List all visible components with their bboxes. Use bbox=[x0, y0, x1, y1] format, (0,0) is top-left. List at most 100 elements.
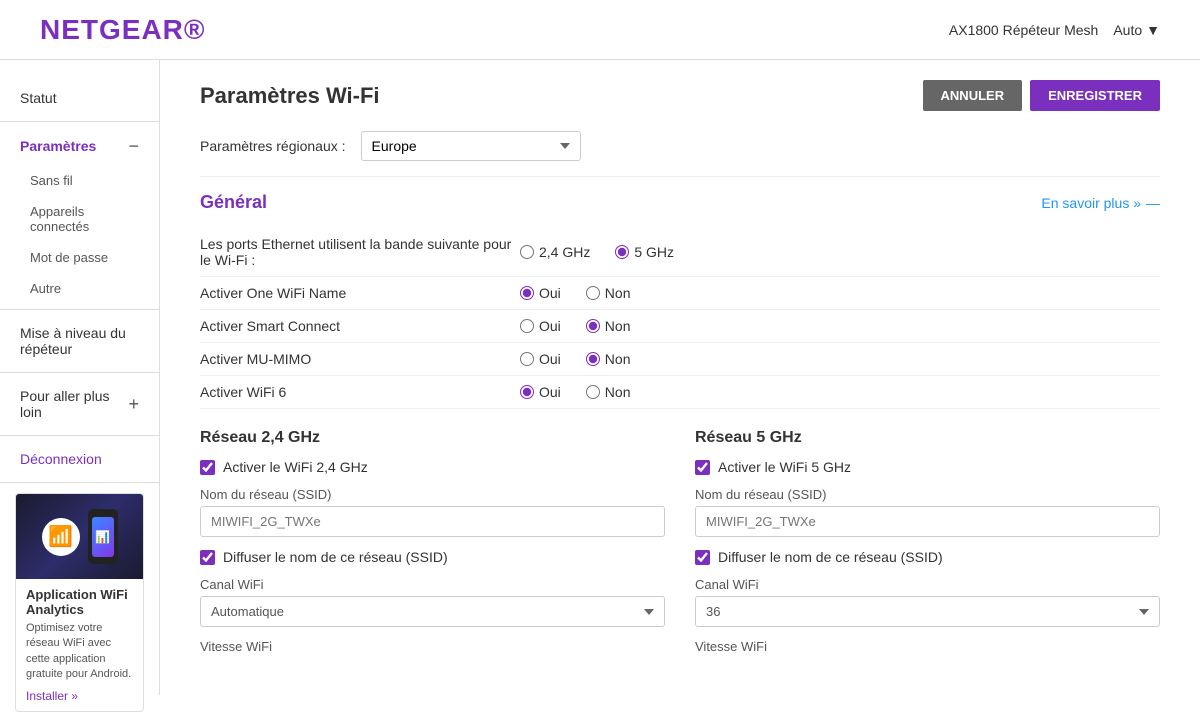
one-wifi-label: Activer One WiFi Name bbox=[200, 285, 520, 301]
canal-5g-label: Canal WiFi bbox=[695, 577, 1160, 592]
network-2g: Réseau 2,4 GHz Activer le WiFi 2,4 GHz N… bbox=[200, 429, 665, 658]
one-wifi-non-label: Non bbox=[605, 285, 631, 301]
one-wifi-oui-option[interactable]: Oui bbox=[520, 285, 561, 301]
ssid-2g-input[interactable] bbox=[200, 506, 665, 537]
one-wifi-non-radio[interactable] bbox=[586, 286, 600, 300]
ethernet-2g-label: 2,4 GHz bbox=[539, 244, 590, 260]
broadcast-5g-row: Diffuser le nom de ce réseau (SSID) bbox=[695, 549, 1160, 565]
enable-5g-label: Activer le WiFi 5 GHz bbox=[718, 459, 851, 475]
sidebar-divider-4 bbox=[0, 435, 159, 436]
mu-mimo-oui-radio[interactable] bbox=[520, 352, 534, 366]
broadcast-5g-label: Diffuser le nom de ce réseau (SSID) bbox=[718, 549, 943, 565]
network-5g-title: Réseau 5 GHz bbox=[695, 429, 1160, 447]
sidebar-section-parametres[interactable]: Paramètres − bbox=[0, 127, 159, 165]
wifi6-oui-radio[interactable] bbox=[520, 385, 534, 399]
broadcast-5g-checkbox[interactable] bbox=[695, 550, 710, 565]
sidebar-item-autre[interactable]: Autre bbox=[0, 273, 159, 304]
smart-connect-row: Activer Smart Connect Oui Non bbox=[200, 310, 1160, 343]
smart-connect-oui-radio[interactable] bbox=[520, 319, 534, 333]
sidebar: Statut Paramètres − Sans fil Appareils c… bbox=[0, 60, 160, 695]
enable-2g-checkbox[interactable] bbox=[200, 460, 215, 475]
canal-2g-select[interactable]: Automatique 123 bbox=[200, 596, 665, 627]
header-right: AX1800 Répéteur Mesh Auto ▼ bbox=[949, 22, 1160, 38]
app-promo-body: Application WiFi Analytics Optimisez vot… bbox=[16, 579, 143, 711]
smart-connect-oui-option[interactable]: Oui bbox=[520, 318, 561, 334]
wifi6-non-label: Non bbox=[605, 384, 631, 400]
sidebar-pour-aller-label: Pour aller plus loin bbox=[20, 388, 128, 420]
mu-mimo-oui-option[interactable]: Oui bbox=[520, 351, 561, 367]
ssid-2g-group: Nom du réseau (SSID) bbox=[200, 487, 665, 537]
broadcast-2g-row: Diffuser le nom de ce réseau (SSID) bbox=[200, 549, 665, 565]
app-title: Application WiFi Analytics bbox=[26, 587, 133, 617]
app-icon-circle: 📶 bbox=[42, 518, 80, 556]
sidebar-item-mise-a-niveau[interactable]: Mise à niveau du répéteur bbox=[0, 315, 159, 367]
enable-2g-row: Activer le WiFi 2,4 GHz bbox=[200, 459, 665, 475]
wifi6-oui-option[interactable]: Oui bbox=[520, 384, 561, 400]
smart-connect-radio-group: Oui Non bbox=[520, 318, 630, 334]
smart-connect-non-option[interactable]: Non bbox=[586, 318, 631, 334]
device-name: AX1800 Répéteur Mesh bbox=[949, 22, 1098, 38]
smart-connect-non-label: Non bbox=[605, 318, 631, 334]
page-header: Paramètres Wi-Fi ANNULER ENREGISTRER bbox=[200, 80, 1160, 111]
cancel-button[interactable]: ANNULER bbox=[923, 80, 1023, 111]
ethernet-row: Les ports Ethernet utilisent la bande su… bbox=[200, 228, 1160, 277]
sidebar-item-statut[interactable]: Statut bbox=[0, 80, 159, 116]
one-wifi-oui-label: Oui bbox=[539, 285, 561, 301]
sidebar-item-sans-fil[interactable]: Sans fil bbox=[0, 165, 159, 196]
ethernet-5g-label: 5 GHz bbox=[634, 244, 674, 260]
sidebar-item-pour-aller[interactable]: Pour aller plus loin + bbox=[0, 378, 159, 430]
sidebar-expand-icon: + bbox=[128, 394, 139, 415]
mu-mimo-non-radio[interactable] bbox=[586, 352, 600, 366]
canal-2g-group: Canal WiFi Automatique 123 bbox=[200, 577, 665, 627]
save-button[interactable]: ENREGISTRER bbox=[1030, 80, 1160, 111]
sidebar-divider-5 bbox=[0, 482, 159, 483]
sidebar-divider-3 bbox=[0, 372, 159, 373]
regional-select[interactable]: Europe Amérique du Nord Asie Australie bbox=[361, 131, 581, 161]
sidebar-app-promo: 📶 📊 Application WiFi Analytics Optimisez… bbox=[15, 493, 144, 712]
ssid-5g-group: Nom du réseau (SSID) bbox=[695, 487, 1160, 537]
vitesse-5g-label: Vitesse WiFi bbox=[695, 639, 1160, 654]
wifi6-radio-group: Oui Non bbox=[520, 384, 630, 400]
ssid-2g-label: Nom du réseau (SSID) bbox=[200, 487, 665, 502]
sidebar-item-appareils[interactable]: Appareils connectés bbox=[0, 196, 159, 242]
app-desc: Optimisez votre réseau WiFi avec cette a… bbox=[26, 621, 133, 683]
mode-select[interactable]: Auto ▼ bbox=[1113, 22, 1160, 38]
ethernet-2g-radio[interactable] bbox=[520, 245, 534, 259]
app-install-link[interactable]: Installer » bbox=[26, 689, 133, 703]
mu-mimo-oui-label: Oui bbox=[539, 351, 561, 367]
one-wifi-radio-group: Oui Non bbox=[520, 285, 630, 301]
wifi6-row: Activer WiFi 6 Oui Non bbox=[200, 376, 1160, 409]
sidebar-item-deconnexion[interactable]: Déconnexion bbox=[0, 441, 159, 477]
ethernet-5g-option[interactable]: 5 GHz bbox=[615, 244, 674, 260]
mu-mimo-row: Activer MU-MIMO Oui Non bbox=[200, 343, 1160, 376]
mu-mimo-radio-group: Oui Non bbox=[520, 351, 630, 367]
ethernet-2g-option[interactable]: 2,4 GHz bbox=[520, 244, 590, 260]
learn-more-dash: — bbox=[1146, 195, 1160, 211]
layout: Statut Paramètres − Sans fil Appareils c… bbox=[0, 60, 1200, 695]
mu-mimo-label: Activer MU-MIMO bbox=[200, 351, 520, 367]
wifi6-non-radio[interactable] bbox=[586, 385, 600, 399]
ethernet-5g-radio[interactable] bbox=[615, 245, 629, 259]
one-wifi-non-option[interactable]: Non bbox=[586, 285, 631, 301]
sidebar-collapse-icon: − bbox=[128, 137, 139, 155]
broadcast-2g-checkbox[interactable] bbox=[200, 550, 215, 565]
header: NETGEAR® AX1800 Répéteur Mesh Auto ▼ bbox=[0, 0, 1200, 60]
canal-5g-select[interactable]: 36 404448 bbox=[695, 596, 1160, 627]
enable-5g-checkbox[interactable] bbox=[695, 460, 710, 475]
page-title: Paramètres Wi-Fi bbox=[200, 83, 380, 109]
wifi6-non-option[interactable]: Non bbox=[586, 384, 631, 400]
smart-connect-non-radio[interactable] bbox=[586, 319, 600, 333]
ethernet-radio-group: 2,4 GHz 5 GHz bbox=[520, 244, 674, 260]
mu-mimo-non-label: Non bbox=[605, 351, 631, 367]
canal-2g-label: Canal WiFi bbox=[200, 577, 665, 592]
app-icon-phone-screen: 📊 bbox=[92, 517, 114, 557]
ethernet-label: Les ports Ethernet utilisent la bande su… bbox=[200, 236, 520, 268]
ssid-5g-input[interactable] bbox=[695, 506, 1160, 537]
sidebar-divider-1 bbox=[0, 121, 159, 122]
sidebar-item-mot-de-passe[interactable]: Mot de passe bbox=[0, 242, 159, 273]
learn-more-text: En savoir plus » bbox=[1041, 195, 1141, 211]
one-wifi-oui-radio[interactable] bbox=[520, 286, 534, 300]
learn-more-link[interactable]: En savoir plus » — bbox=[1041, 195, 1160, 211]
regional-label: Paramètres régionaux : bbox=[200, 138, 346, 154]
mu-mimo-non-option[interactable]: Non bbox=[586, 351, 631, 367]
